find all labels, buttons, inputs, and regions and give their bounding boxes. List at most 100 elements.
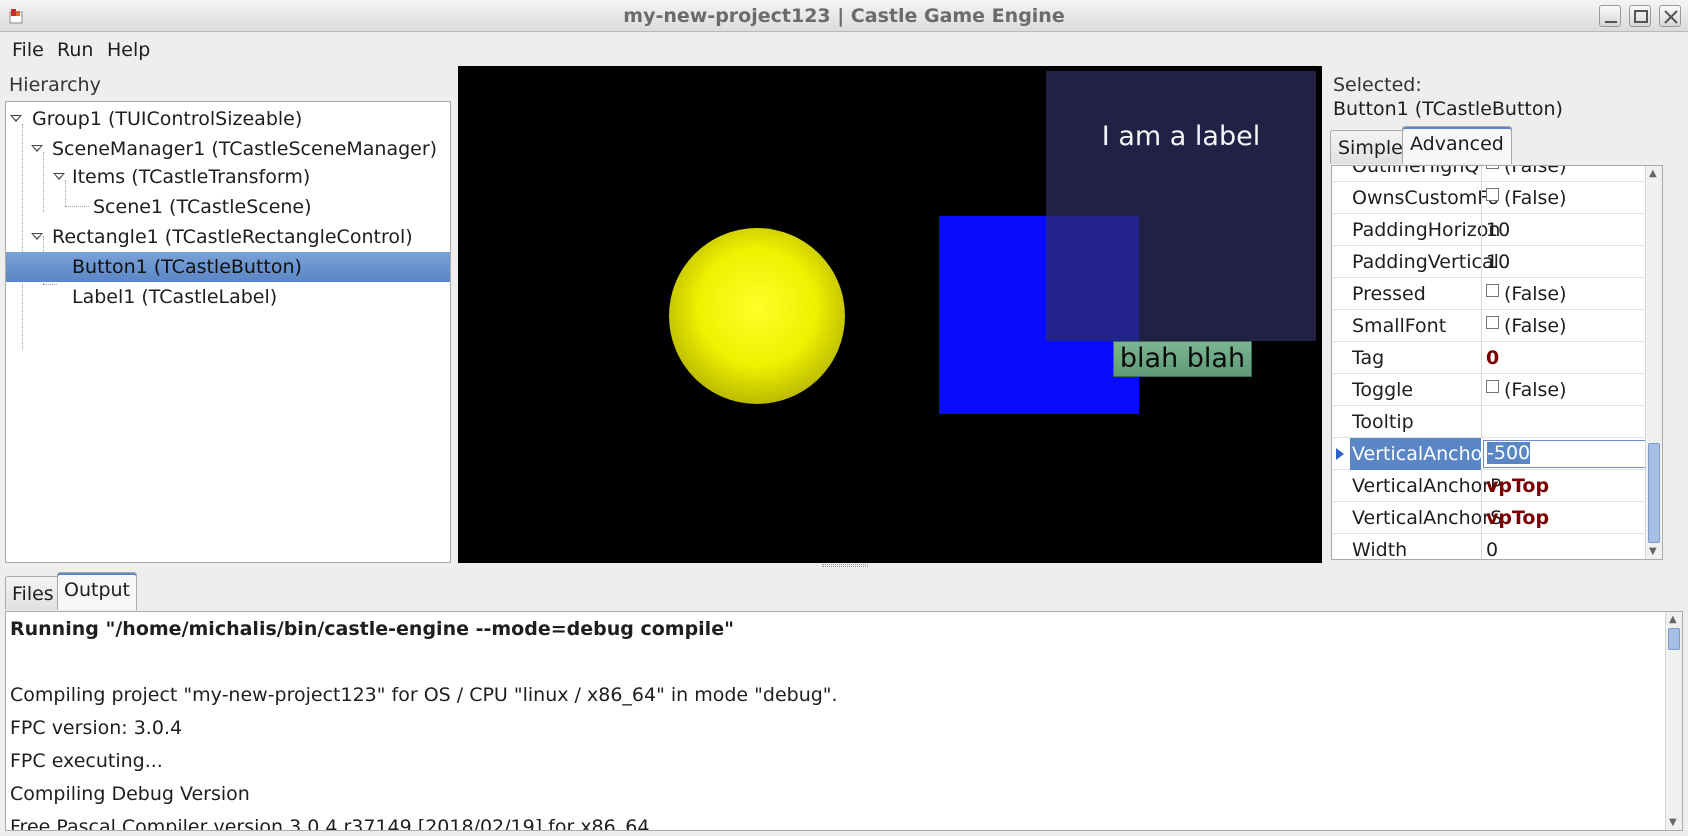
column-divider [1481, 214, 1482, 246]
property-value[interactable]: (False) [1486, 187, 1567, 209]
edit-value[interactable]: -500 [1487, 442, 1531, 464]
property-value[interactable]: 0 [1486, 539, 1498, 559]
expand-arrow-icon[interactable] [53, 173, 65, 180]
hierarchy-tree[interactable]: Group1 (TUIControlSizeable) SceneManager… [5, 101, 451, 563]
property-row-verticalanchorself[interactable]: VerticalAnchorSelf vpTop [1332, 502, 1662, 534]
property-value[interactable]: (False) [1486, 283, 1567, 305]
output-line: Compiling project "my-new-project123" fo… [10, 684, 838, 706]
property-row-ownscustomfont[interactable]: OwnsCustomFont (False) [1332, 182, 1662, 214]
property-row-paddinghorizontal[interactable]: PaddingHorizontal 10 [1332, 214, 1662, 246]
menu-run[interactable]: Run [57, 39, 93, 61]
property-row-toggle[interactable]: Toggle (False) [1332, 374, 1662, 406]
property-edit-field[interactable]: -500 [1483, 440, 1660, 468]
scroll-up-icon[interactable]: ▲ [1649, 168, 1657, 179]
tree-item-label1[interactable]: Label1 (TCastleLabel) [6, 282, 450, 312]
tree-item-rectangle1[interactable]: Rectangle1 (TCastleRectangleControl) [6, 222, 450, 252]
property-row-pressed[interactable]: Pressed (False) [1332, 278, 1662, 310]
tree-item-group1[interactable]: Group1 (TUIControlSizeable) [6, 104, 450, 134]
property-name: Tag [1352, 347, 1385, 369]
property-name: Toggle [1352, 379, 1414, 401]
close-button[interactable] [1659, 5, 1681, 27]
scrollbar-thumb[interactable] [1648, 443, 1660, 543]
minimize-icon [1605, 21, 1617, 23]
tree-item-scene1[interactable]: Scene1 (TCastleScene) [6, 192, 450, 222]
menu-bar: File Run Help [0, 33, 1688, 65]
property-row-verticalanchorparent[interactable]: VerticalAnchorParent vpTop [1332, 470, 1662, 502]
column-divider [1481, 310, 1482, 342]
tree-item-label: SceneManager1 (TCastleSceneManager) [52, 138, 438, 160]
tab-output[interactable]: Output [57, 572, 137, 610]
current-row-arrow-icon [1336, 448, 1344, 460]
output-line: FPC version: 3.0.4 [10, 717, 183, 739]
property-row-width[interactable]: Width 0 [1332, 534, 1662, 560]
splitter-handle[interactable] [822, 564, 868, 567]
property-row-smallfont[interactable]: SmallFont (False) [1332, 310, 1662, 342]
viewport-button[interactable]: blah blah [1113, 341, 1252, 377]
yellow-sphere[interactable] [669, 228, 845, 404]
expand-arrow-icon[interactable] [31, 145, 43, 152]
tree-item-items[interactable]: Items (TCastleTransform) [6, 162, 450, 192]
menu-help[interactable]: Help [107, 39, 150, 61]
minimize-button[interactable] [1599, 5, 1621, 27]
column-divider [1481, 374, 1482, 406]
property-name: OwnsCustomFont [1352, 187, 1500, 209]
design-viewport[interactable]: I am a label blah blah [458, 66, 1322, 563]
tab-files[interactable]: Files [5, 576, 61, 610]
output-scrollbar[interactable]: ▲ ▼ [1665, 612, 1682, 830]
property-name: VerticalAnchorSelf [1352, 507, 1500, 529]
property-row[interactable]: OutlineHighQ (False) [1332, 166, 1662, 182]
property-value[interactable]: vpTop [1486, 507, 1549, 529]
expand-arrow-icon[interactable] [10, 115, 22, 122]
output-log[interactable]: Running "/home/michalis/bin/castle-engin… [5, 611, 1683, 831]
property-value[interactable]: vpTop [1486, 475, 1549, 497]
checkbox[interactable] [1486, 316, 1499, 329]
property-value[interactable]: (False) [1486, 379, 1567, 401]
property-name: PaddingVertical [1352, 251, 1499, 273]
hierarchy-label: Hierarchy [9, 74, 101, 96]
tab-simple[interactable]: Simple [1330, 130, 1411, 164]
checkbox[interactable] [1486, 380, 1499, 393]
tree-item-label: Scene1 (TCastleScene) [93, 196, 312, 218]
property-scrollbar[interactable]: ▲ ▼ [1645, 166, 1662, 559]
tree-item-label: Button1 (TCastleButton) [72, 256, 302, 278]
output-line: FPC executing... [10, 750, 163, 772]
property-row-tooltip[interactable]: Tooltip [1332, 406, 1662, 438]
tree-item-label: Rectangle1 (TCastleRectangleControl) [52, 226, 413, 248]
viewport-label[interactable]: I am a label [1046, 121, 1316, 152]
property-name: VerticalAnchorDelta [1352, 443, 1500, 465]
scroll-up-icon[interactable]: ▲ [1669, 614, 1677, 625]
column-divider [1481, 182, 1482, 214]
scrollbar-thumb[interactable] [1668, 628, 1680, 650]
menu-file[interactable]: File [12, 39, 44, 61]
property-name: SmallFont [1352, 315, 1447, 337]
checkbox[interactable] [1486, 188, 1499, 201]
tab-advanced[interactable]: Advanced [1402, 126, 1512, 164]
property-value: (False) [1486, 166, 1567, 177]
scroll-down-icon[interactable]: ▼ [1669, 817, 1677, 828]
output-line: Compiling Debug Version [10, 783, 250, 805]
property-value[interactable]: 10 [1486, 219, 1510, 241]
property-value[interactable]: 0 [1486, 347, 1499, 369]
checkbox[interactable] [1486, 284, 1499, 297]
label-panel[interactable] [1046, 71, 1316, 341]
column-divider [1481, 166, 1482, 182]
property-name: PaddingHorizontal [1352, 219, 1500, 241]
tree-item-label: Items (TCastleTransform) [72, 166, 311, 188]
expand-arrow-icon[interactable] [31, 233, 43, 240]
output-line: Running "/home/michalis/bin/castle-engin… [10, 618, 734, 640]
property-row-tag[interactable]: Tag 0 [1332, 342, 1662, 374]
property-name: Width [1352, 539, 1408, 560]
property-value[interactable]: 10 [1486, 251, 1510, 273]
property-row-verticalanchordelta[interactable]: VerticalAnchorDelta -500 [1332, 438, 1662, 470]
property-grid[interactable]: OutlineHighQ (False) OwnsCustomFont (Fal… [1331, 165, 1663, 560]
tree-item-button1[interactable]: Button1 (TCastleButton) [6, 252, 450, 282]
column-divider [1481, 342, 1482, 374]
property-value[interactable]: (False) [1486, 315, 1567, 337]
property-row-paddingvertical[interactable]: PaddingVertical 10 [1332, 246, 1662, 278]
tree-item-scenemanager1[interactable]: SceneManager1 (TCastleSceneManager) [6, 134, 450, 164]
maximize-button[interactable] [1629, 5, 1651, 27]
window-title: my-new-project123 | Castle Game Engine [623, 5, 1065, 27]
column-divider [1481, 278, 1482, 310]
scroll-down-icon[interactable]: ▼ [1649, 546, 1657, 557]
maximize-icon [1634, 10, 1648, 23]
